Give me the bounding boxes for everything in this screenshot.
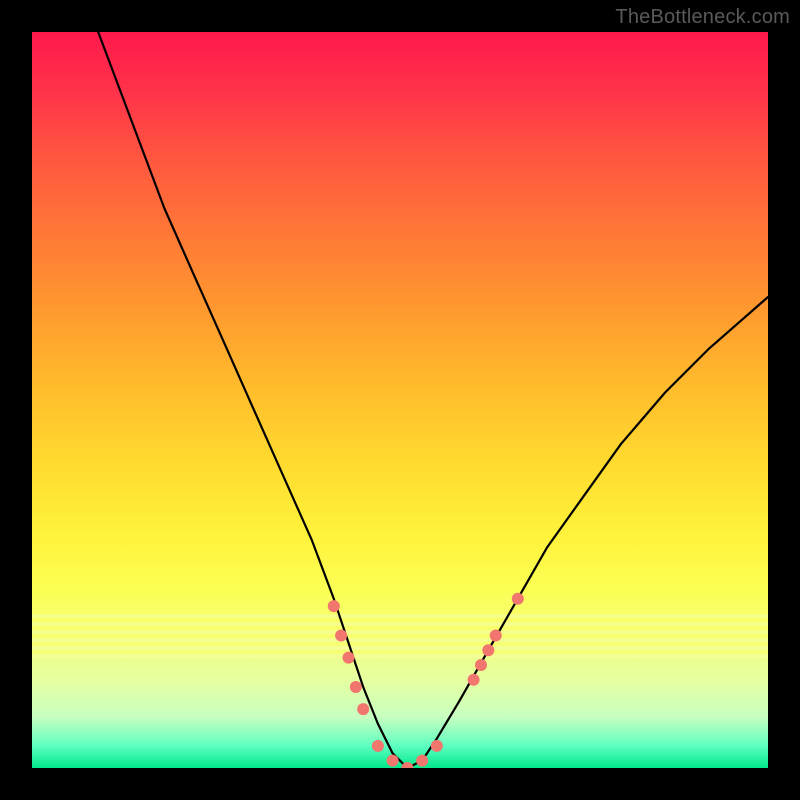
marker-dot (490, 630, 502, 642)
bottleneck-curve-path (98, 32, 768, 768)
marker-dot (468, 674, 480, 686)
marker-dot (482, 644, 494, 656)
marker-dot (372, 740, 384, 752)
marker-group (328, 593, 524, 768)
chart-frame: TheBottleneck.com (0, 0, 800, 800)
marker-dot (357, 703, 369, 715)
marker-dot (350, 681, 362, 693)
marker-dot (328, 600, 340, 612)
curve-layer (32, 32, 768, 768)
watermark-text: TheBottleneck.com (615, 6, 790, 29)
marker-dot (512, 593, 524, 605)
marker-dot (431, 740, 443, 752)
marker-dot (387, 755, 399, 767)
marker-dot (343, 652, 355, 664)
plot-area (32, 32, 768, 768)
marker-dot (335, 630, 347, 642)
marker-dot (475, 659, 487, 671)
marker-dot (416, 755, 428, 767)
